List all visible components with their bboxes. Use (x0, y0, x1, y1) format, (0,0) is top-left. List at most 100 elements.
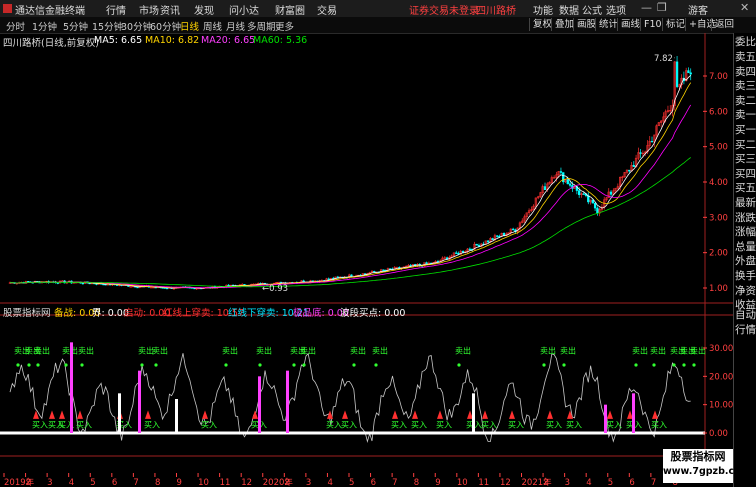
period-daily[interactable]: 日线 (180, 19, 199, 33)
signal-bar (604, 404, 607, 433)
period-more[interactable]: 更多 (275, 19, 294, 33)
user-guest[interactable]: 游客 (688, 2, 708, 17)
period-weekly[interactable]: 周线 (203, 19, 222, 33)
indicator-tick-label: 10.00 (709, 401, 733, 411)
sell-signal-label: 卖出 (222, 346, 238, 356)
buy-signal-triangle (342, 410, 348, 419)
period-15min[interactable]: 15分钟 (92, 19, 123, 33)
sell-signal-dot (457, 363, 461, 367)
candle-body (596, 207, 599, 214)
date-tick-label: 6 (629, 478, 634, 487)
menu-data[interactable]: 数据 (559, 2, 579, 17)
buy-signal-label: 买入 (32, 420, 48, 429)
menu-news[interactable]: 资讯 (160, 2, 180, 17)
menu-trade[interactable]: 交易 (317, 2, 337, 17)
date-tick-label: 2 (284, 478, 289, 487)
side-buy5: 买五 (735, 182, 756, 194)
sell-signal-dot (302, 363, 306, 367)
menu-wenxiaoda[interactable]: 问小达 (229, 2, 259, 17)
side-quotes[interactable]: 行情 (735, 324, 756, 337)
signal-bar (632, 393, 635, 433)
buy-signal-label: 买入 (391, 420, 407, 429)
menu-market[interactable]: 市场 (139, 2, 159, 17)
period-timeshare[interactable]: 分时 (6, 19, 25, 33)
menu-functions[interactable]: 功能 (533, 2, 553, 17)
candle-body (628, 169, 631, 172)
date-tick-label: 2 (26, 478, 31, 487)
period-30min[interactable]: 30分钟 (121, 19, 152, 33)
candle-body (373, 270, 376, 273)
buy-signal-triangle (145, 410, 151, 419)
signal-bar (138, 370, 141, 433)
candle-body (136, 286, 139, 289)
buy-signal-label: 买入 (651, 420, 667, 429)
candle-body (277, 281, 280, 284)
menu-discover[interactable]: 发现 (194, 2, 214, 17)
sell-signal-dot (16, 363, 20, 367)
chart-area[interactable]: 卖出卖出卖出 卖出 卖出卖出 卖出 卖出 卖出卖出 卖出 卖出 卖出 卖出 卖出 卖出 卖出 卖出卖出卖出… (0, 33, 733, 487)
signal-bar (472, 393, 475, 433)
sell-signal-label: 卖出 (455, 346, 471, 356)
candlestick-series (8, 56, 692, 290)
sell-signal-dot (692, 363, 696, 367)
restore-icon[interactable]: ❐ (657, 1, 667, 14)
login-warning[interactable]: 证券交易未登录 (409, 2, 479, 17)
sell-signal-dot (224, 363, 228, 367)
period-5min[interactable]: 5分钟 (63, 19, 88, 33)
buy-signal-label: 买入 (481, 420, 497, 429)
date-tick-label: 9 (435, 478, 440, 487)
side-buy3: 买三 (735, 153, 756, 165)
date-tick-label: 5 (349, 478, 354, 487)
side-buy2: 买二 (735, 139, 756, 151)
side-volume: 总量 (735, 241, 756, 253)
buy-signal-label: 买入 (436, 420, 452, 429)
close-icon[interactable]: ✕ (740, 1, 749, 14)
sell-signal-label: 卖出 (78, 346, 94, 356)
date-tick-label: 3 (565, 478, 570, 487)
side-turnover: 换手 (735, 270, 756, 282)
candle-body (491, 238, 494, 241)
date-tick-label: 11 (220, 478, 231, 487)
period-1min[interactable]: 1分钟 (32, 19, 57, 33)
date-tick-label: 7 (392, 478, 397, 487)
side-buy4: 买四 (735, 168, 756, 180)
candle-body (475, 243, 478, 246)
tool-back[interactable]: 返回 (711, 18, 737, 31)
date-tick-label: 3 (47, 478, 52, 487)
indicator-panel: 卖出卖出卖出 卖出 卖出卖出 卖出 卖出 卖出卖出 卖出 卖出 卖出 卖出 卖出 卖出 卖出 卖出卖出卖出… (0, 342, 706, 444)
date-tick-label: 5 (90, 478, 95, 487)
date-tick-label: 7 (133, 478, 138, 487)
watermark-title: 股票指标网 (670, 450, 726, 463)
period-monthly[interactable]: 月线 (226, 19, 245, 33)
sell-signal-label: 卖出 (632, 346, 648, 356)
tool-f10[interactable]: F10 (640, 18, 665, 31)
date-tick-label: 3 (306, 478, 311, 487)
sell-signal-dot (258, 363, 262, 367)
quote-side-panel: 委比 卖五 卖四 卖三 卖二 卖一 买一 买二 买三 买四 买五 最新 涨跌 涨… (733, 33, 756, 487)
period-multi[interactable]: 多周期 (247, 19, 276, 33)
price-tick-label: 4.00 (709, 178, 728, 188)
buy-signal-label: 买入 (144, 420, 160, 429)
sell-signal-label: 卖出 (690, 346, 706, 356)
sell-signal-dot (27, 363, 31, 367)
menu-formula[interactable]: 公式 (582, 2, 602, 17)
buy-signal-triangle (509, 410, 515, 419)
menu-quotes[interactable]: 行情 (106, 2, 126, 17)
sell-signal-dot (652, 363, 656, 367)
buy-signal-triangle (412, 410, 418, 419)
sell-signal-label: 卖出 (540, 346, 556, 356)
buy-signal-triangle (437, 410, 443, 419)
minimize-icon[interactable]: — (641, 1, 652, 14)
date-tick-label: 10 (198, 478, 209, 487)
period-60min[interactable]: 60分钟 (150, 19, 181, 33)
menu-options[interactable]: 选项 (606, 2, 626, 17)
date-tick-label: 12 (241, 478, 252, 487)
menu-wealth-circle[interactable]: 财富圈 (275, 2, 305, 17)
side-weibi: 委比 (735, 36, 756, 48)
side-auto[interactable]: 自动 (735, 309, 756, 322)
sell-signal-dot (634, 363, 638, 367)
side-change: 涨跌 (735, 212, 756, 224)
candle-body (593, 202, 597, 209)
sell-signal-dot (64, 363, 68, 367)
watermark-url: www.7gpzb.com (663, 466, 751, 477)
